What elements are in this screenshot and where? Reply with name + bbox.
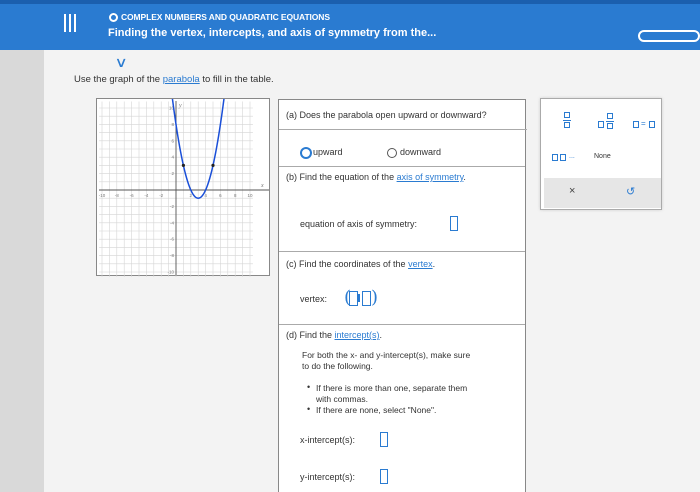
y-tick-label: -2 <box>170 204 174 209</box>
bullet-2: If there are none, select "None". <box>316 405 437 415</box>
header-bar: COMPLEX NUMBERS AND QUADRATIC EQUATIONS … <box>0 0 700 50</box>
x-tick-label: -2 <box>159 193 163 198</box>
divider <box>279 129 527 130</box>
x-tick-label: 8 <box>234 193 237 198</box>
intercept-instruction-2: to do the following. <box>302 361 373 371</box>
list-box-2-icon[interactable] <box>560 154 566 161</box>
section-d: (d) Find the intercept(s). For both the … <box>279 325 525 492</box>
equals-sign: = <box>641 119 646 128</box>
vertex-input[interactable]: ( ) <box>344 287 379 308</box>
parabola-point <box>181 163 185 167</box>
topic-title: Finding the vertex, intercepts, and axis… <box>108 27 437 39</box>
y-intercept-label: y-intercept(s): <box>300 472 356 482</box>
menu-icon[interactable] <box>64 14 78 34</box>
chevron-down-icon[interactable]: ∨ <box>114 54 127 71</box>
section-a: (a) Does the parabola open upward or dow… <box>279 100 527 167</box>
question-d-text: (d) Find the <box>286 330 335 340</box>
question-b: (b) Find the equation of the axis of sym… <box>286 172 466 182</box>
upward-label[interactable]: upward <box>313 147 343 157</box>
section-title: COMPLEX NUMBERS AND QUADRATIC EQUATIONS <box>121 12 330 22</box>
x-axis-label: x <box>260 183 264 189</box>
question-c-text: (c) Find the coordinates of the <box>286 259 409 269</box>
y-tick-label: -8 <box>170 253 174 258</box>
none-button[interactable]: None <box>594 153 611 160</box>
parabola-link[interactable]: parabola <box>163 74 200 85</box>
axis-of-symmetry-link[interactable]: axis of symmetry <box>397 172 464 182</box>
vertex-x-input[interactable] <box>349 291 358 306</box>
question-b-suffix: . <box>463 172 466 182</box>
instructions-text: Use the graph of the <box>74 74 163 85</box>
x-tick-label: -4 <box>144 193 148 198</box>
equation-left-icon[interactable] <box>633 121 639 128</box>
bullet-dot: • <box>307 404 311 414</box>
question-c-suffix: . <box>432 259 436 269</box>
y-tick-label: -10 <box>167 270 174 275</box>
question-b-text: (b) Find the equation of the <box>286 172 397 182</box>
question-d: (d) Find the intercept(s). <box>286 330 382 340</box>
question-a: (a) Does the parabola open upward or dow… <box>286 110 487 120</box>
downward-label[interactable]: downward <box>400 147 441 157</box>
parabola-point <box>211 163 215 167</box>
list-ellipsis: ... <box>569 153 575 160</box>
upward-radio[interactable] <box>301 148 311 158</box>
header-top-strip <box>0 0 700 4</box>
graph-svg: xy-10 -8 -6 -4 -2 2 4 6 8 10108642-2-4-6-8-10 <box>99 97 269 279</box>
x-tick-label: 6 <box>219 193 222 198</box>
mixed-number-whole-icon[interactable] <box>598 121 604 128</box>
list-box-1-icon[interactable] <box>552 154 558 161</box>
instructions-suffix: to fill in the table. <box>199 74 274 85</box>
clear-button[interactable]: × <box>569 185 575 197</box>
x-tick-label: 4 <box>204 193 207 198</box>
bullet-1-line-1: If there is more than one, separate them <box>316 383 468 393</box>
y-tick-label: -6 <box>170 237 174 242</box>
status-circle-icon <box>109 13 118 22</box>
x-intercept-label: x-intercept(s): <box>300 435 356 445</box>
downward-radio[interactable] <box>387 148 397 158</box>
comma-separator <box>358 294 360 302</box>
x-tick-label: -8 <box>115 193 119 198</box>
x-tick-label: 10 <box>247 193 253 198</box>
x-tick-label: -10 <box>99 193 106 198</box>
y-axis-label: y <box>178 103 182 109</box>
intercepts-link[interactable]: intercept(s) <box>335 330 380 340</box>
equation-right-icon[interactable] <box>649 121 655 128</box>
intercept-instruction-1: For both the x- and y-intercept(s), make… <box>302 350 471 360</box>
vertex-label: vertex: <box>300 294 328 304</box>
undo-icon[interactable]: ↺ <box>626 185 635 198</box>
question-c: (c) Find the coordinates of the vertex. <box>286 259 435 269</box>
x-tick-label: -6 <box>130 193 134 198</box>
instructions: Use the graph of the parabola to fill in… <box>74 74 274 85</box>
y-intercept-input[interactable] <box>380 469 388 484</box>
bullet-1-line-2: with commas. <box>316 394 368 404</box>
paren-right: ) <box>371 287 379 308</box>
parabola-graph: x y -10 -8 -6 -4 -2 2 4 6 8 10 10 8 6 4 2 -2 -4 -6 -8 -10 <box>96 97 270 279</box>
vertex-link[interactable]: vertex <box>408 259 433 269</box>
progress-pill-icon[interactable] <box>638 30 700 42</box>
x-intercept-input[interactable] <box>380 432 388 447</box>
question-d-suffix: . <box>379 330 383 340</box>
section-c: (c) Find the coordinates of the vertex. … <box>279 252 525 325</box>
palette-actions <box>544 178 661 208</box>
axis-of-symmetry-label: equation of axis of symmetry: <box>300 219 418 229</box>
bullet-dot: • <box>307 382 311 392</box>
y-tick-label: -4 <box>170 220 174 225</box>
axis-of-symmetry-input[interactable] <box>450 216 458 231</box>
section-b: (b) Find the equation of the axis of sym… <box>279 167 525 252</box>
vertex-y-input[interactable] <box>362 291 371 306</box>
answer-table: (a) Does the parabola open upward or dow… <box>278 99 527 492</box>
